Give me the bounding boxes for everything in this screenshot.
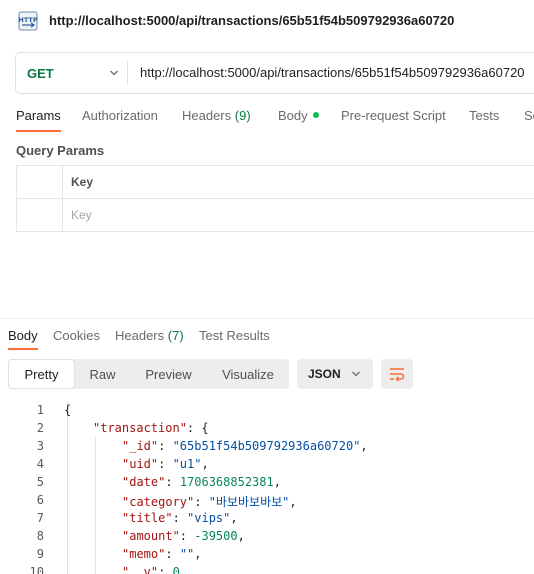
code-value: "" — [179, 547, 195, 561]
request-bar: GET http://localhost:5000/api/transactio… — [15, 52, 534, 94]
view-mode-toggle: Pretty Raw Preview Visualize — [8, 359, 289, 389]
svg-text:HTTP: HTTP — [18, 16, 37, 24]
query-params-title: Query Params — [16, 143, 105, 158]
method-select[interactable]: GET — [16, 53, 127, 93]
tab-authorization[interactable]: Authorization — [82, 108, 158, 123]
tab-headers-label: Headers — [182, 108, 232, 123]
code-line: "category": "바보바보바보", — [122, 495, 297, 509]
line-number: 3 — [36, 439, 44, 453]
tab-body[interactable]: Body — [278, 108, 319, 123]
chevron-down-icon — [352, 371, 360, 377]
code-key: "category" — [122, 495, 195, 509]
key-column-header: Key — [71, 175, 94, 189]
code-line: "transaction": { — [93, 421, 209, 435]
query-params-table: Key Key — [16, 165, 534, 232]
code-line: "date": 1706368852381, — [122, 475, 281, 489]
code-key: "memo" — [122, 547, 166, 561]
code-line: { — [64, 403, 71, 417]
view-raw-button[interactable]: Raw — [75, 359, 130, 389]
view-pretty-button[interactable]: Pretty — [8, 359, 75, 389]
code-value: "u1" — [172, 457, 202, 471]
code-line: "_id": "65b51f54b509792936a60720", — [122, 439, 368, 453]
tab-params[interactable]: Params — [16, 108, 61, 132]
format-label: JSON — [308, 367, 341, 381]
request-title: http://localhost:5000/api/transactions/6… — [49, 13, 455, 28]
body-indicator-dot — [312, 112, 319, 118]
indent-guide — [67, 401, 68, 574]
code-key: "amount" — [122, 529, 180, 543]
param-key-input[interactable]: Key — [71, 208, 92, 222]
request-title-bar: HTTP http://localhost:5000/api/transacti… — [0, 0, 534, 44]
tab-settings[interactable]: Se — [524, 108, 534, 123]
tab-body-label: Body — [278, 108, 308, 123]
code-line: "uid": "u1", — [122, 457, 209, 471]
code-line: "memo": "", — [122, 547, 202, 561]
line-number: 8 — [36, 529, 44, 543]
tab-response-body[interactable]: Body — [8, 328, 38, 350]
url-input[interactable]: http://localhost:5000/api/transactions/6… — [140, 65, 525, 80]
view-visualize-button[interactable]: Visualize — [207, 359, 289, 389]
column-divider — [62, 166, 63, 198]
tab-pre-request-script[interactable]: Pre-request Script — [341, 108, 446, 123]
response-headers-count: (7) — [167, 328, 184, 343]
code-key: "uid" — [122, 457, 159, 471]
wrap-lines-button[interactable] — [381, 359, 413, 389]
code-value: "65b51f54b509792936a60720" — [172, 439, 361, 453]
code-line: "amount": -39500, — [122, 529, 245, 543]
method-label: GET — [27, 65, 54, 81]
code-key: "transaction" — [93, 421, 187, 435]
line-number: 1 — [36, 403, 44, 417]
code-value: 1706368852381 — [179, 475, 274, 489]
line-number: 10 — [29, 565, 44, 574]
table-row: Key — [17, 199, 534, 232]
code-token: : { — [186, 421, 209, 435]
tab-headers[interactable]: Headers (9) — [182, 108, 251, 123]
line-number: 2 — [36, 421, 44, 435]
line-number: 5 — [36, 475, 44, 489]
code-token: { — [64, 403, 72, 417]
code-value: "vips" — [187, 511, 231, 525]
column-divider — [62, 199, 63, 232]
code-key: "date" — [122, 475, 166, 489]
tab-tests[interactable]: Tests — [469, 108, 499, 123]
format-select[interactable]: JSON — [297, 359, 373, 389]
code-line: "title": "vips", — [122, 511, 238, 525]
code-key: "_id" — [122, 439, 159, 453]
http-file-icon: HTTP — [18, 11, 38, 31]
code-value: 0 — [172, 565, 180, 574]
wrap-lines-icon — [390, 368, 405, 382]
line-number: 9 — [36, 547, 44, 561]
chevron-down-icon — [110, 70, 118, 76]
line-number: 4 — [36, 457, 44, 471]
code-key: "title" — [122, 511, 173, 525]
response-body-code[interactable]: 1 2 3 4 5 6 7 8 9 10 { "transaction": { … — [0, 401, 534, 574]
code-line: "__v": 0 — [122, 565, 180, 574]
pane-divider[interactable] — [0, 318, 534, 319]
code-key: "__v" — [122, 565, 159, 574]
indent-guide — [95, 437, 96, 574]
tab-cookies[interactable]: Cookies — [53, 328, 100, 343]
headers-count: (9) — [234, 108, 251, 123]
divider — [127, 61, 128, 85]
view-preview-button[interactable]: Preview — [130, 359, 207, 389]
tab-response-headers-label: Headers — [115, 328, 165, 343]
code-value: "바보바보바보" — [208, 495, 290, 509]
table-header-row: Key — [17, 166, 534, 199]
line-number: 7 — [36, 511, 44, 525]
line-number: 6 — [36, 493, 44, 507]
tab-response-headers[interactable]: Headers (7) — [115, 328, 184, 343]
tab-test-results[interactable]: Test Results — [199, 328, 270, 343]
code-value: -39500 — [194, 529, 238, 543]
